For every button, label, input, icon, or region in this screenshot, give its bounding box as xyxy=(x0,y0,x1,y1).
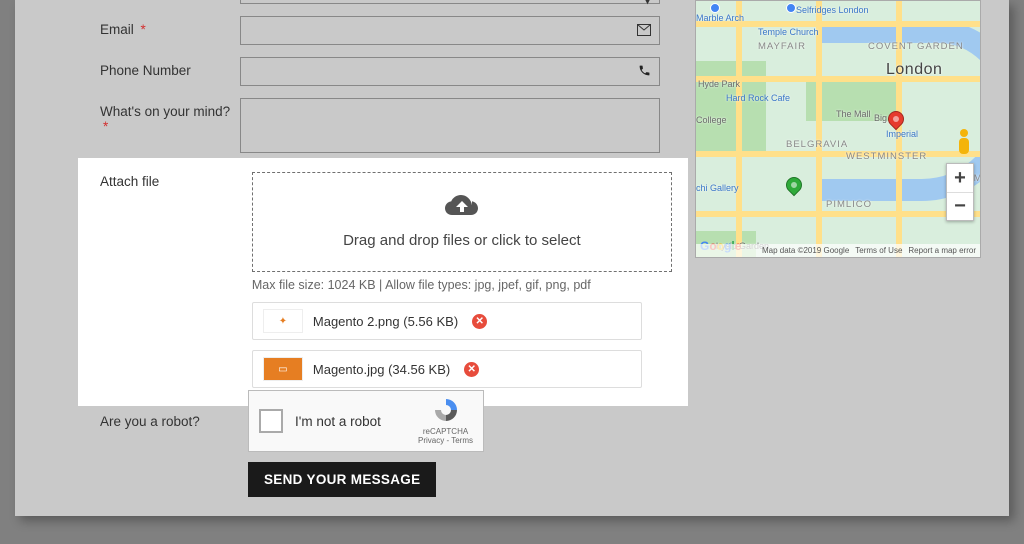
field-row-top: ▾ xyxy=(100,0,660,10)
email-label-text: Email xyxy=(100,22,134,37)
email-input-wrap[interactable] xyxy=(240,16,660,45)
poi-hydepark: Hyde Park xyxy=(698,79,740,89)
field-label-top xyxy=(100,0,240,2)
uploaded-file-row: ▭ Magento.jpg (34.56 KB) ✕ xyxy=(252,350,642,388)
poi-marble-arch: Marble Arch xyxy=(696,13,744,23)
remove-file-button[interactable]: ✕ xyxy=(472,314,487,329)
robot-label: Are you a robot? xyxy=(100,390,248,452)
message-label-text: What's on your mind? xyxy=(100,104,230,119)
envelope-icon xyxy=(637,23,651,39)
attach-hint: Max file size: 1024 KB | Allow file type… xyxy=(252,278,652,292)
file-name-1: Magento 2.png (5.56 KB) xyxy=(313,314,458,329)
send-message-button[interactable]: SEND YOUR MESSAGE xyxy=(248,462,436,497)
poi-themall: The Mall xyxy=(836,109,871,119)
file-dropzone[interactable]: Drag and drop files or click to select xyxy=(252,172,672,272)
poi-hardrock: Hard Rock Cafe xyxy=(726,93,790,103)
map-widget[interactable]: London MAYFAIR COVENT GARDEN BELGRAVIA W… xyxy=(695,0,981,258)
upload-cloud-icon xyxy=(445,195,479,226)
field-row-phone: Phone Number xyxy=(100,51,660,92)
map-zoom-control: + − xyxy=(946,163,974,221)
map-area-pimlico: PIMLICO xyxy=(826,199,872,210)
map-area-mayfair: MAYFAIR xyxy=(758,41,806,52)
poi-bigben: Big xyxy=(874,113,887,123)
recaptcha-text: I'm not a robot xyxy=(295,414,412,429)
required-marker: * xyxy=(141,22,146,37)
map-area-covent: COVENT GARDEN xyxy=(868,41,964,52)
recaptcha-logo: reCAPTCHA Privacy - Terms xyxy=(418,397,473,445)
input-top[interactable]: ▾ xyxy=(240,0,660,4)
phone-icon xyxy=(638,64,651,80)
attach-label: Attach file xyxy=(100,172,248,189)
recaptcha-checkbox[interactable] xyxy=(259,409,283,433)
recaptcha-badge-icon xyxy=(433,397,459,427)
field-row-email: Email * xyxy=(100,10,660,51)
map-report-link[interactable]: Report a map error xyxy=(908,246,976,255)
message-label: What's on your mind? * xyxy=(100,98,240,134)
poi-marker xyxy=(786,3,796,13)
remove-file-button[interactable]: ✕ xyxy=(464,362,479,377)
map-city-label: London xyxy=(886,61,942,79)
phone-input-wrap[interactable] xyxy=(240,57,660,86)
input-top-el[interactable] xyxy=(249,0,651,8)
required-marker: * xyxy=(103,119,108,134)
phone-label-text: Phone Number xyxy=(100,63,191,78)
attach-section: Attach file Drag and drop files or click… xyxy=(78,158,688,406)
phone-input[interactable] xyxy=(249,64,651,79)
captcha-row: Are you a robot? I'm not a robot reCAPTC… xyxy=(100,390,484,452)
message-textarea[interactable] xyxy=(240,98,660,153)
map-background xyxy=(696,1,980,257)
email-input[interactable] xyxy=(249,23,651,38)
form-fields: ▾ Email * Phone Number xyxy=(100,0,660,159)
map-data-text: Map data ©2019 Google xyxy=(762,246,849,255)
email-label: Email * xyxy=(100,16,240,37)
map-area-westminster: WESTMINSTER xyxy=(846,151,927,162)
file-name-2: Magento.jpg (34.56 KB) xyxy=(313,362,450,377)
recaptcha-brand: reCAPTCHA xyxy=(423,427,468,436)
phone-label: Phone Number xyxy=(100,57,240,78)
poi-selfridges: Selfridges London xyxy=(796,5,869,15)
poi-imperial: Imperial xyxy=(886,129,918,139)
dropzone-text: Drag and drop files or click to select xyxy=(343,232,581,249)
page-container: ▾ Email * Phone Number xyxy=(15,0,1009,516)
map-area-belgravia: BELGRAVIA xyxy=(786,139,848,150)
file-thumbnail: ✦ xyxy=(263,309,303,333)
field-row-message: What's on your mind? * xyxy=(100,92,660,159)
zoom-out-button[interactable]: − xyxy=(947,192,973,220)
dropzone-container: Drag and drop files or click to select M… xyxy=(252,172,652,388)
recaptcha-legal: Privacy - Terms xyxy=(418,436,473,445)
map-attribution: Map data ©2019 Google Terms of Use Repor… xyxy=(696,244,980,257)
zoom-in-button[interactable]: + xyxy=(947,164,973,192)
map-terms-link[interactable]: Terms of Use xyxy=(855,246,902,255)
generic-icon: ▾ xyxy=(644,0,651,9)
recaptcha-widget: I'm not a robot reCAPTCHA Privacy - Term… xyxy=(248,390,484,452)
poi-gallery: chi Gallery xyxy=(696,183,739,193)
streetview-pegman[interactable] xyxy=(954,129,974,157)
poi-temple: Temple Church xyxy=(758,27,819,37)
uploaded-file-row: ✦ Magento 2.png (5.56 KB) ✕ xyxy=(252,302,642,340)
poi-college: College xyxy=(696,115,727,125)
poi-marker xyxy=(710,3,720,13)
file-thumbnail: ▭ xyxy=(263,357,303,381)
